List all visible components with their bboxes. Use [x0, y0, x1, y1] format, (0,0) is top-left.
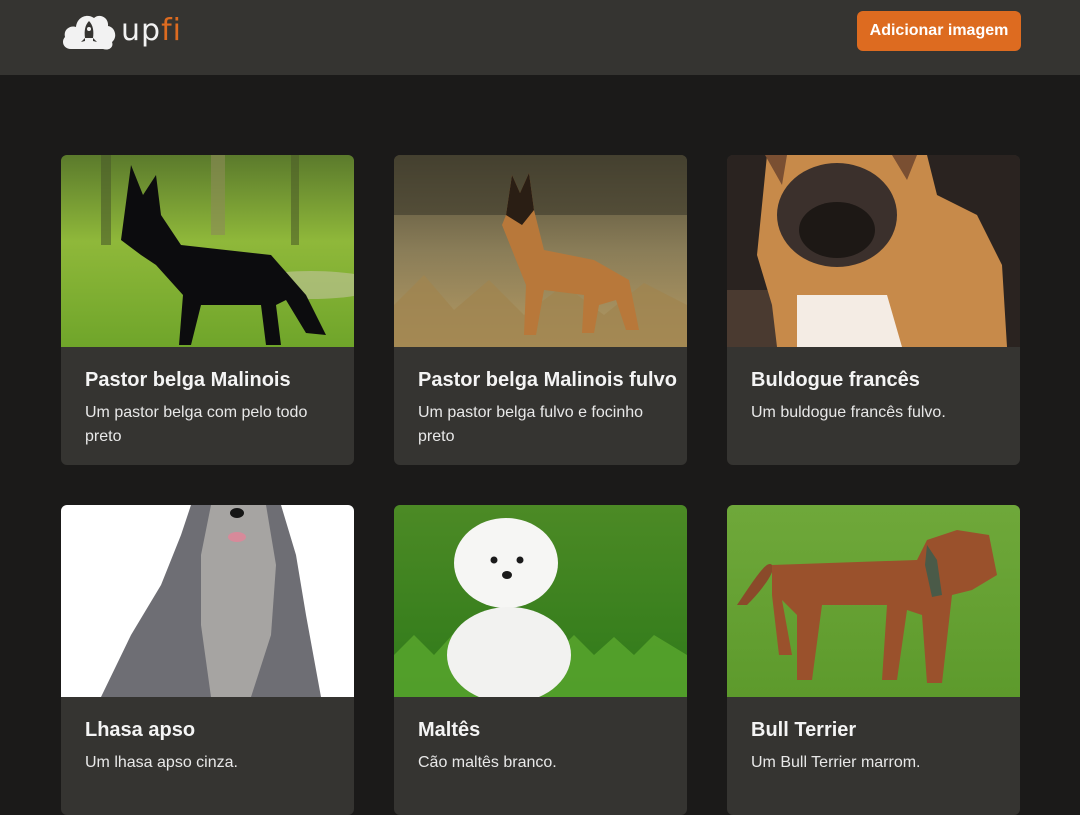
card-title: Lhasa apso [85, 719, 196, 741]
card-image[interactable] [394, 505, 687, 697]
card-title: Maltês [418, 719, 481, 741]
card-title: Buldogue francês [751, 369, 920, 391]
card-description: Um lhasa apso cinza. [85, 754, 238, 771]
card-image[interactable] [727, 155, 1020, 347]
card-description: Cão maltês branco. [418, 754, 557, 771]
add-image-button[interactable]: Adicionar imagem [857, 11, 1021, 51]
card-description: Um Bull Terrier marrom. [751, 754, 921, 771]
image-card[interactable]: Buldogue francês Um buldogue francês ful… [727, 155, 1020, 465]
image-card[interactable]: Pastor belga Malinois fulvo Um pastor be… [394, 155, 687, 465]
image-card[interactable]: Bull Terrier Um Bull Terrier marrom. [727, 505, 1020, 815]
card-image[interactable] [61, 155, 354, 347]
logo-text-up: up [121, 13, 162, 48]
logo-text-fi: fi [161, 13, 182, 48]
card-title: Pastor belga Malinois [85, 369, 291, 391]
card-image[interactable] [61, 505, 354, 697]
card-title: Pastor belga Malinois fulvo [418, 369, 677, 391]
card-image[interactable] [394, 155, 687, 347]
card-description: Um pastor belga fulvo e focinho preto [418, 404, 644, 445]
image-card[interactable]: Lhasa apso Um lhasa apso cinza. [61, 505, 354, 815]
card-description: Um pastor belga com pelo todo preto [85, 404, 308, 445]
image-card[interactable]: Pastor belga Malinois Um pastor belga co… [61, 155, 354, 465]
rocket-cloud-icon [63, 15, 116, 50]
app-header: upfi Adicionar imagem [0, 0, 1080, 75]
card-title: Bull Terrier [751, 719, 857, 741]
card-image[interactable] [727, 505, 1020, 697]
upfi-logo[interactable]: upfi [61, 11, 182, 51]
card-description: Um buldogue francês fulvo. [751, 404, 946, 421]
image-card[interactable]: Maltês Cão maltês branco. [394, 505, 687, 815]
